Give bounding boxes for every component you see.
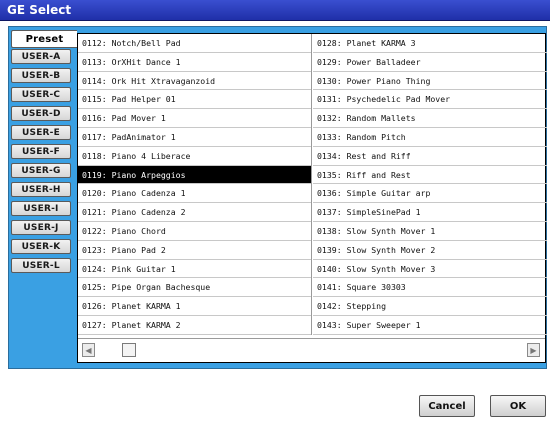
- tab-user-b[interactable]: USER-B: [11, 68, 71, 83]
- arrow-right-icon[interactable]: ▶: [527, 343, 540, 357]
- list-item[interactable]: 0124: Pink Guitar 1: [78, 260, 311, 279]
- tab-user-l[interactable]: USER-L: [11, 258, 71, 273]
- list-item[interactable]: 0129: Power Balladeer: [313, 53, 547, 72]
- list-item[interactable]: 0123: Piano Pad 2: [78, 241, 311, 260]
- list-item[interactable]: 0128: Planet KARMA 3: [313, 34, 547, 53]
- list-item[interactable]: 0121: Piano Cadenza 2: [78, 203, 311, 222]
- tab-preset[interactable]: Preset: [11, 30, 77, 48]
- list-column-left: 0112: Notch/Bell Pad 0113: OrXHit Dance 1…: [78, 34, 312, 335]
- list-item[interactable]: 0127: Planet KARMA 2: [78, 316, 311, 335]
- tab-user-h[interactable]: USER-H: [11, 182, 71, 197]
- dialog-title-bar: GE Select: [0, 0, 550, 21]
- list-item[interactable]: 0141: Square 30303: [313, 278, 547, 298]
- tab-user-j[interactable]: USER-J: [11, 220, 71, 235]
- list-item[interactable]: 0118: Piano 4 Liberace: [78, 147, 311, 166]
- list-item[interactable]: 0135: Riff and Rest: [313, 166, 547, 185]
- list-item[interactable]: 0142: Stepping: [313, 297, 547, 316]
- list-item[interactable]: 0132: Random Mallets: [313, 109, 547, 128]
- tab-user-i[interactable]: USER-I: [11, 201, 71, 216]
- list-item[interactable]: 0112: Notch/Bell Pad: [78, 34, 311, 53]
- list-item[interactable]: 0140: Slow Synth Mover 3: [313, 260, 547, 279]
- list-item[interactable]: 0139: Slow Synth Mover 2: [313, 241, 547, 260]
- list-item[interactable]: 0120: Piano Cadenza 1: [78, 184, 311, 204]
- horizontal-scrollbar[interactable]: ◀ ▶: [78, 338, 545, 357]
- scrollbar-thumb[interactable]: [122, 343, 136, 357]
- tab-user-e[interactable]: USER-E: [11, 125, 71, 140]
- tab-user-c[interactable]: USER-C: [11, 87, 71, 102]
- list-item[interactable]: 0131: Psychedelic Pad Mover: [313, 90, 547, 110]
- tab-user-k[interactable]: USER-K: [11, 239, 71, 254]
- list-column-right: 0128: Planet KARMA 3 0129: Power Balladee…: [313, 34, 547, 335]
- list-item[interactable]: 0125: Pipe Organ Bachesque: [78, 278, 311, 298]
- list-item[interactable]: 0122: Piano Chord: [78, 222, 311, 241]
- list-item[interactable]: 0136: Simple Guitar arp: [313, 184, 547, 204]
- list-item[interactable]: 0117: PadAnimator 1: [78, 128, 311, 147]
- list-item[interactable]: 0138: Slow Synth Mover 1: [313, 222, 547, 241]
- list-item[interactable]: 0143: Super Sweeper 1: [313, 316, 547, 335]
- list-item[interactable]: 0113: OrXHit Dance 1: [78, 53, 311, 72]
- dialog-title: GE Select: [7, 3, 72, 17]
- list-item[interactable]: 0126: Planet KARMA 1: [78, 297, 311, 316]
- list-item[interactable]: 0134: Rest and Riff: [313, 147, 547, 166]
- program-list: 0112: Notch/Bell Pad 0113: OrXHit Dance 1…: [77, 33, 547, 363]
- list-item[interactable]: 0130: Power Piano Thing: [313, 72, 547, 91]
- list-item[interactable]: 0119: Piano Arpeggios: [78, 165, 311, 185]
- arrow-left-icon[interactable]: ◀: [82, 343, 95, 357]
- list-item[interactable]: 0133: Random Pitch: [313, 128, 547, 147]
- list-item[interactable]: 0116: Pad Mover 1: [78, 109, 311, 128]
- cancel-button[interactable]: Cancel: [419, 395, 475, 417]
- tab-user-f[interactable]: USER-F: [11, 144, 71, 159]
- tab-user-a[interactable]: USER-A: [11, 49, 71, 64]
- tab-user-d[interactable]: USER-D: [11, 106, 71, 121]
- list-item[interactable]: 0114: Ork Hit Xtravaganzoid: [78, 72, 311, 91]
- list-item[interactable]: 0137: SimpleSinePad 1: [313, 203, 547, 222]
- ok-button[interactable]: OK: [490, 395, 546, 417]
- tab-user-g[interactable]: USER-G: [11, 163, 71, 178]
- list-item[interactable]: 0115: Pad Helper 01: [78, 90, 311, 110]
